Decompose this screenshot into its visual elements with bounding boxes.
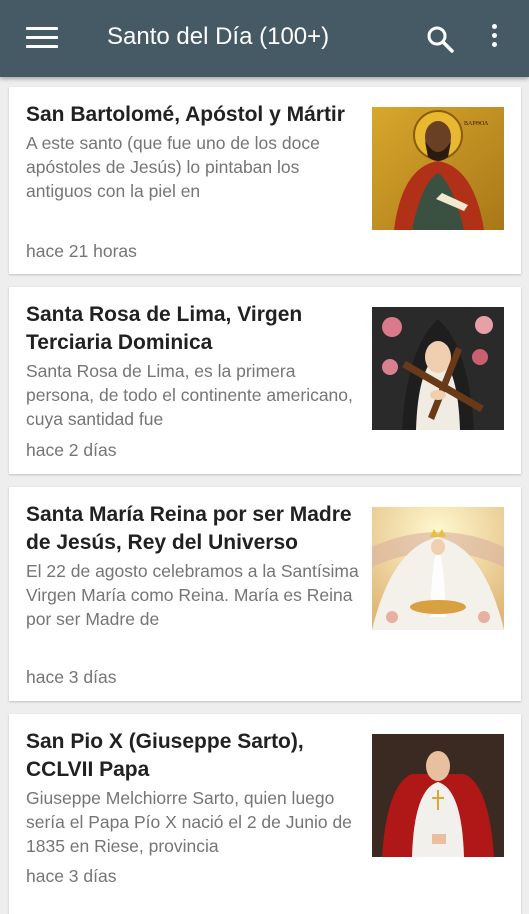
item-title: San Bartolomé, Apóstol y Mártir <box>26 103 345 126</box>
item-text: San Pio X (Giuseppe Sarto), CCLVII Papa … <box>26 728 362 858</box>
item-title: Santa María Reina por ser Madre de Jesús… <box>26 503 352 554</box>
item-title: Santa Rosa de Lima, Virgen Terciaria Dom… <box>26 303 303 354</box>
item-text: Santa María Reina por ser Madre de Jesús… <box>26 501 362 631</box>
item-excerpt: Santa Rosa de Lima, es la primera person… <box>26 361 353 429</box>
hamburger-menu-icon[interactable] <box>26 27 58 51</box>
item-time: hace 2 días <box>26 440 117 460</box>
more-vert-icon[interactable] <box>486 24 502 54</box>
svg-text:ΒΑΡΘΟΛ: ΒΑΡΘΟΛ <box>464 121 489 127</box>
search-icon[interactable] <box>425 24 455 54</box>
list-item[interactable]: Santa Rosa de Lima, Virgen Terciaria Dom… <box>9 287 521 474</box>
saint-thumbnail-icon <box>372 307 504 430</box>
list-item[interactable]: San Pio X (Giuseppe Sarto), CCLVII Papa … <box>9 714 521 914</box>
app-bar: Santo del Día (100+) <box>0 0 529 77</box>
item-excerpt: A este santo (que fue uno de los doce ap… <box>26 133 320 201</box>
item-title: San Pio X (Giuseppe Sarto), CCLVII Papa <box>26 730 304 781</box>
saint-thumbnail-icon: ΒΑΡΘΟΛ <box>372 107 504 230</box>
app-title: Santo del Día (100+) <box>107 23 330 50</box>
list-item[interactable]: San Bartolomé, Apóstol y Mártir A este s… <box>9 87 521 274</box>
saint-thumbnail-icon <box>372 734 504 857</box>
list-item[interactable]: Santa María Reina por ser Madre de Jesús… <box>9 487 521 701</box>
item-time: hace 3 días <box>26 667 117 687</box>
item-time: hace 21 horas <box>26 241 137 261</box>
item-excerpt: Giuseppe Melchiorre Sarto, quien luego s… <box>26 788 352 856</box>
item-excerpt: El 22 de agosto celebramos a la Santísim… <box>26 561 359 629</box>
item-text: San Bartolomé, Apóstol y Mártir A este s… <box>26 101 362 203</box>
saint-thumbnail-icon <box>372 507 504 630</box>
item-time: hace 3 días <box>26 866 117 886</box>
item-text: Santa Rosa de Lima, Virgen Terciaria Dom… <box>26 301 362 431</box>
